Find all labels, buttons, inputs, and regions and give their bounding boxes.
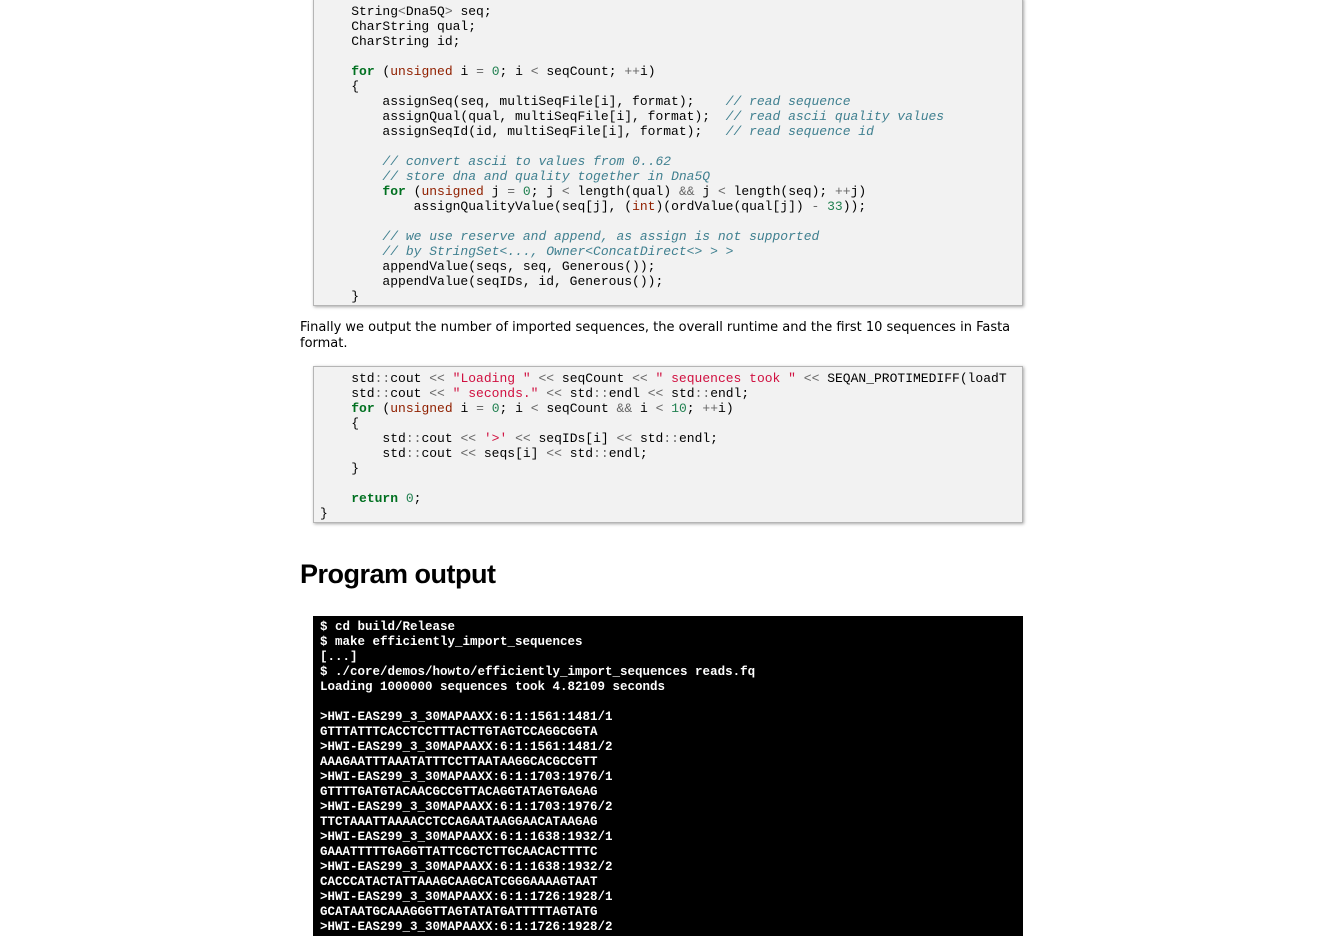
code-line: CharString qual;	[320, 19, 477, 34]
terminal-line: GTTTTGATGTACAACGCCGTTACAGGTATAGTGAGAG	[320, 785, 598, 799]
code-line: std::cout << seqs[i] << std::endl;	[320, 446, 648, 461]
section-title: Program output	[300, 559, 496, 589]
code-line: assignQual(qual, multiSeqFile[i], format…	[320, 109, 945, 124]
code-line: assignSeq(seq, multiSeqFile[i], format);…	[320, 94, 851, 109]
code-line: // convert ascii to values from 0..62	[382, 154, 672, 169]
terminal-line: >HWI-EAS299_3_30MAPAAXX:6:1:1561:1481/2	[320, 740, 613, 754]
code-line: {	[320, 416, 360, 431]
code-line: }	[320, 461, 360, 476]
code-line: }	[320, 506, 328, 521]
paragraph-output-explanation: Finally we output the number of imported…	[300, 320, 1011, 351]
terminal-line: TTCTAAATTAAAACCTCCAGAATAAGGAACATAAGAG	[320, 815, 598, 829]
terminal-line: $ cd build/Release	[320, 620, 456, 634]
code-block-loop: String<Dna5Q> seq; CharString qual; Char…	[313, 0, 1023, 306]
code-listing: std::cout << "Loading " << seqCount << "…	[320, 371, 1007, 521]
code-line: std::cout << "Loading " << seqCount << "…	[320, 371, 1007, 386]
terminal-line: GCATAATGCAAAGGGTTAGTATATGATTTTTAGTATG	[320, 905, 598, 919]
code-line: std::cout << " seconds." << std::endl <<…	[320, 386, 750, 401]
terminal-line: GTTTATTTCACCTCCTTTACTTGTAGTCCAGGCGGTA	[320, 725, 598, 739]
terminal-line: >HWI-EAS299_3_30MAPAAXX:6:1:1726:1928/2	[320, 920, 613, 934]
code-line: }	[320, 289, 360, 304]
terminal-line: $ ./core/demos/howto/efficiently_import_…	[320, 665, 756, 679]
terminal-line: >HWI-EAS299_3_30MAPAAXX:6:1:1638:1932/2	[320, 860, 613, 874]
terminal-line: >HWI-EAS299_3_30MAPAAXX:6:1:1726:1928/1	[320, 890, 613, 904]
code-line: std::cout << '>' << seqIDs[i] << std::en…	[320, 431, 718, 446]
code-line: // store dna and quality together in Dna…	[382, 169, 711, 184]
terminal-line: [...]	[320, 650, 358, 664]
code-line: // by StringSet<..., Owner<ConcatDirect<…	[382, 244, 734, 259]
code-line: return 0;	[351, 491, 422, 506]
terminal-line: >HWI-EAS299_3_30MAPAAXX:6:1:1561:1481/1	[320, 710, 613, 724]
code-line: for (unsigned i = 0; i < seqCount && i <…	[351, 401, 734, 416]
code-line: assignQualityValue(seq[j], (int)(ordValu…	[320, 199, 867, 214]
terminal-line: >HWI-EAS299_3_30MAPAAXX:6:1:1703:1976/1	[320, 770, 613, 784]
code-line: {	[320, 79, 360, 94]
terminal-line: >HWI-EAS299_3_30MAPAAXX:6:1:1703:1976/2	[320, 800, 613, 814]
terminal-output: $ cd build/Release $ make efficiently_imp…	[313, 616, 1023, 936]
code-listing: String<Dna5Q> seq; CharString qual; Char…	[320, 4, 944, 304]
terminal-line: AAAGAATTTAAATATTTCCTTAATAAGGCACGCCGTT	[320, 755, 598, 769]
code-line: assignSeqId(id, multiSeqFile[i], format)…	[320, 124, 874, 139]
code-line: String<Dna5Q> seq;	[320, 4, 492, 19]
code-line: for (unsigned j = 0; j < length(qual) &&…	[382, 184, 867, 199]
code-line: appendValue(seqIDs, id, Generous());	[320, 274, 664, 289]
terminal-text: $ cd build/Release $ make efficiently_imp…	[320, 620, 755, 935]
terminal-line: CACCCATACTATTAAAGCAAGCATCGGGAAAAGTAAT	[320, 875, 598, 889]
terminal-line: Loading 1000000 sequences took 4.82109 s…	[320, 680, 666, 694]
code-line: for (unsigned i = 0; i < seqCount; ++i)	[351, 64, 656, 79]
terminal-line: $ make efficiently_import_sequences	[320, 635, 583, 649]
code-line: CharString id;	[320, 34, 461, 49]
code-line: appendValue(seqs, seq, Generous());	[320, 259, 656, 274]
terminal-line: >HWI-EAS299_3_30MAPAAXX:6:1:1638:1932/1	[320, 830, 613, 844]
code-block-output: std::cout << "Loading " << seqCount << "…	[313, 366, 1023, 523]
terminal-line: GAAATTTTTGAGGTTATTCGCTCTTGCAACACTTTTC	[320, 845, 598, 859]
code-line: // we use reserve and append, as assign …	[382, 229, 820, 244]
